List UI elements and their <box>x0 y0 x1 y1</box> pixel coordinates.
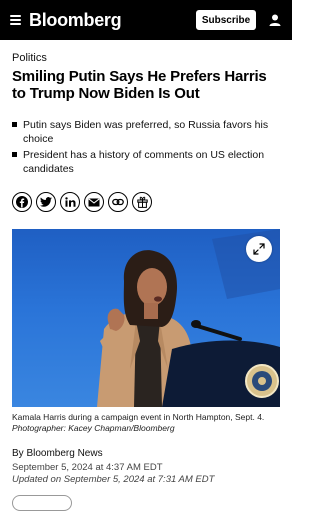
article-hero-image[interactable] <box>12 229 280 407</box>
expand-icon <box>253 243 265 255</box>
updated-date: Updated on September 5, 2024 at 7:31 AM … <box>12 474 215 485</box>
image-caption: Kamala Harris during a campaign event in… <box>12 412 280 434</box>
published-date: September 5, 2024 at 4:37 AM EDT <box>12 462 163 473</box>
partial-button[interactable] <box>12 495 72 511</box>
hero-photo-illustration <box>97 229 280 407</box>
linkedin-icon[interactable] <box>60 192 80 212</box>
summary-bullet: President has a history of comments on U… <box>12 148 274 176</box>
menu-icon[interactable] <box>10 15 21 25</box>
article-category[interactable]: Politics <box>12 52 47 64</box>
bloomberg-logo[interactable]: Bloomberg <box>29 10 122 31</box>
summary-bullet: Putin says Biden was preferred, so Russi… <box>12 118 274 146</box>
article-headline: Smiling Putin Says He Prefers Harris to … <box>12 68 267 102</box>
summary-bullets: Putin says Biden was preferred, so Russi… <box>12 118 274 178</box>
share-bar <box>12 192 152 212</box>
link-icon[interactable] <box>108 192 128 212</box>
twitter-icon[interactable] <box>36 192 56 212</box>
gift-icon[interactable] <box>132 192 152 212</box>
subscribe-button[interactable]: Subscribe <box>196 10 256 30</box>
byline[interactable]: By Bloomberg News <box>12 448 103 459</box>
expand-image-button[interactable] <box>246 236 272 262</box>
photo-credit: Photographer: Kacey Chapman/Bloomberg <box>12 423 175 433</box>
user-icon[interactable] <box>268 13 282 27</box>
facebook-icon[interactable] <box>12 192 32 212</box>
email-icon[interactable] <box>84 192 104 212</box>
article-dates: September 5, 2024 at 4:37 AM EDT Updated… <box>12 462 214 486</box>
caption-text: Kamala Harris during a campaign event in… <box>12 412 265 422</box>
